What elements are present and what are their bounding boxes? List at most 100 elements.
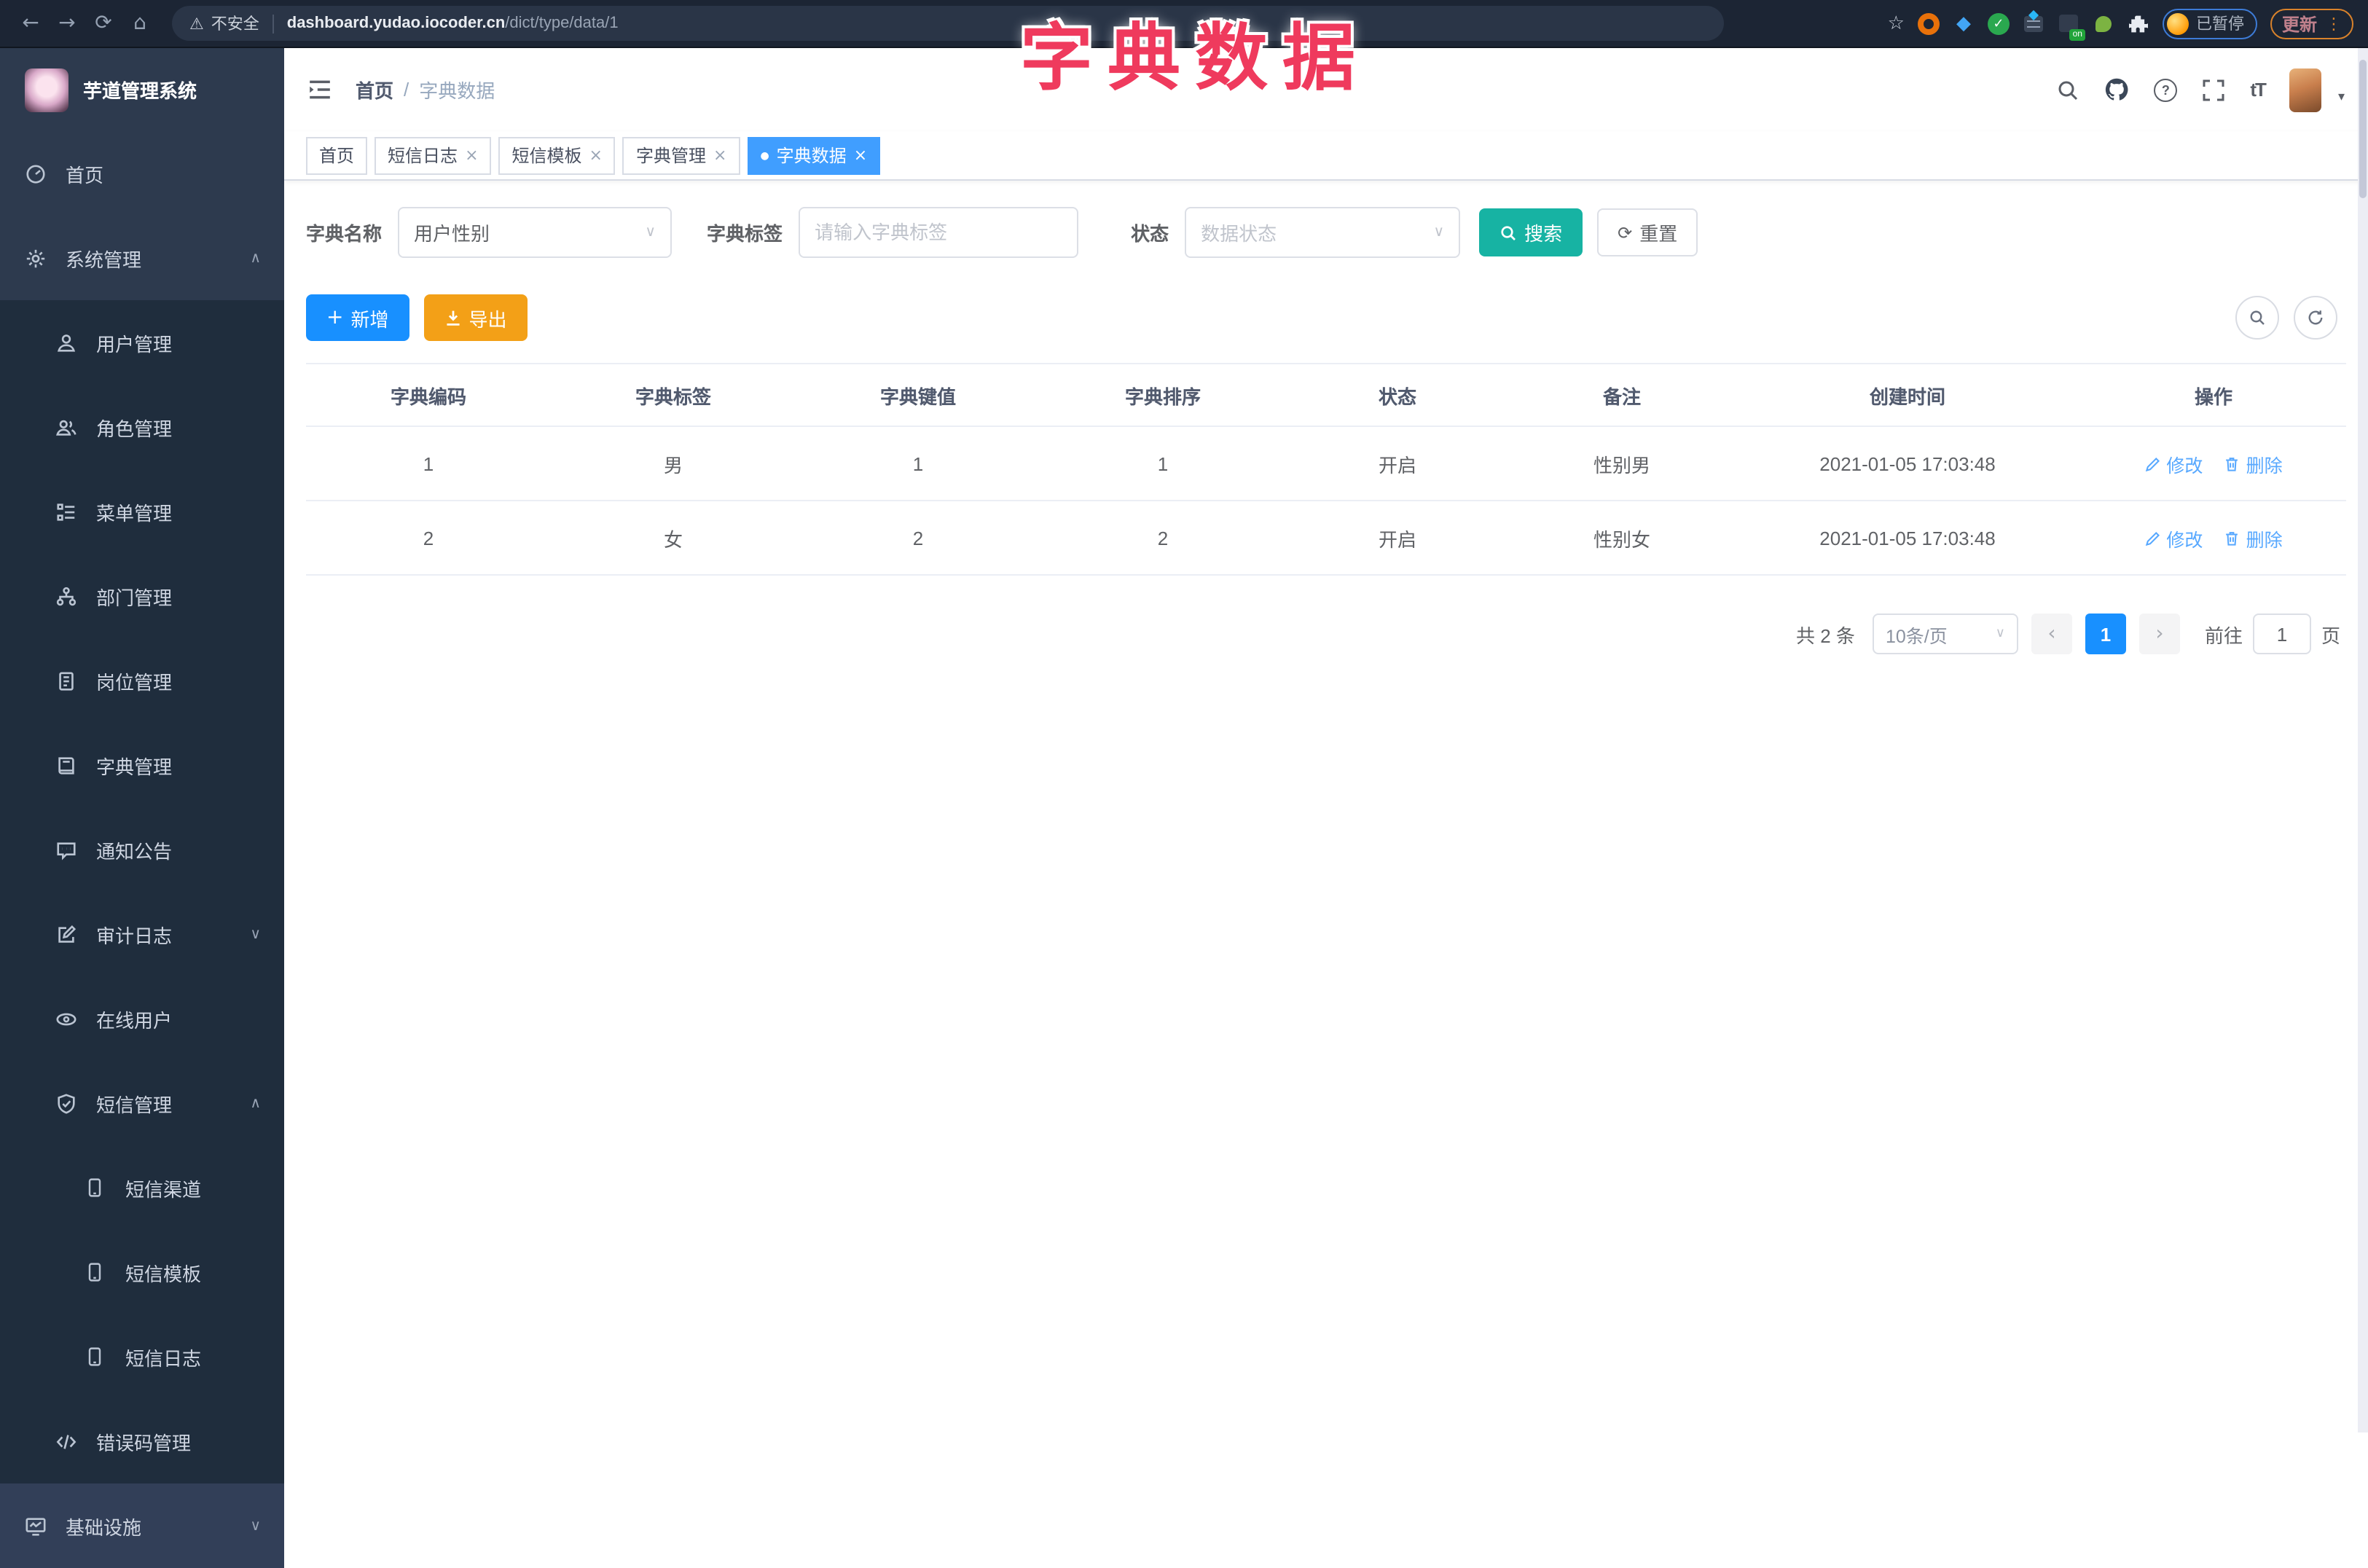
breadcrumb-current: 字典数据 <box>419 80 495 102</box>
browser-forward-icon[interactable]: → <box>51 7 83 39</box>
sidebar-item-role-mgmt[interactable]: 角色管理 <box>0 385 284 469</box>
edit-row-button[interactable]: 修改 <box>2144 450 2203 477</box>
sidebar-item-dept-mgmt[interactable]: 部门管理 <box>0 554 284 638</box>
extension-check-icon[interactable]: ✓ <box>1987 12 2010 34</box>
sidebar-item-user-mgmt[interactable]: 用户管理 <box>0 300 284 385</box>
extension-donut-icon[interactable] <box>1917 12 1940 34</box>
address-bar[interactable]: ⚠ 不安全 dashboard.yudao.iocoder.cn/dict/ty… <box>172 6 1724 41</box>
search-icon[interactable] <box>2056 78 2079 101</box>
breadcrumb-home[interactable]: 首页 <box>356 76 393 103</box>
phone-icon <box>83 1176 106 1199</box>
not-secure-label: 不安全 <box>211 16 259 34</box>
current-page[interactable]: 1 <box>2085 614 2126 654</box>
sidebar-item-sms-channel[interactable]: 短信渠道 <box>0 1145 284 1230</box>
page-size-select[interactable]: 10条/页 ∨ <box>1872 614 2018 654</box>
browser-menu-dots-icon[interactable]: ⋮ <box>2326 14 2342 33</box>
extension-leaf-icon[interactable] <box>2093 12 2114 34</box>
delete-row-button[interactable]: 删除 <box>2224 450 2283 477</box>
code-icon <box>54 1430 77 1453</box>
shield-check-icon <box>54 1091 77 1115</box>
dict-name-select[interactable]: 用户性别 ∨ <box>398 207 673 258</box>
sidebar-item-label: 角色管理 <box>96 418 173 439</box>
prev-page-button[interactable]: ‹ <box>2031 614 2072 654</box>
profile-paused-badge[interactable]: 已暂停 <box>2162 8 2257 39</box>
pencil-icon <box>2145 531 2160 546</box>
extension-on-badge-icon[interactable]: on <box>2058 12 2085 40</box>
sidebar-item-label: 基础设施 <box>66 1516 142 1538</box>
close-icon[interactable]: × <box>465 146 478 165</box>
page-scrollbar[interactable] <box>2358 48 2368 1432</box>
table-row: 2 女 2 2 开启 性别女 2021-01-05 17:03:48 修改 删除 <box>306 501 2346 576</box>
sidebar-item-system[interactable]: 系统管理 ∧ <box>0 216 284 300</box>
extension-slider-icon[interactable] <box>2023 9 2044 34</box>
breadcrumb: 首页 / 字典数据 <box>356 76 495 103</box>
status-select[interactable]: 数据状态 ∨ <box>1185 207 1461 258</box>
update-label: 更新 <box>2281 14 2317 34</box>
help-icon[interactable]: ? <box>2154 78 2178 101</box>
sidebar-item-home[interactable]: 首页 <box>0 131 284 216</box>
avatar[interactable] <box>2289 68 2322 111</box>
tab-dict-mgmt[interactable]: 字典管理 × <box>622 136 740 174</box>
reset-button[interactable]: ⟳ 重置 <box>1597 208 1698 256</box>
next-page-button[interactable]: › <box>2138 614 2180 654</box>
browser-update-button[interactable]: 更新 ⋮ <box>2270 8 2353 39</box>
sidebar-item-label: 部门管理 <box>96 587 173 608</box>
search-button[interactable]: 搜索 <box>1479 208 1583 256</box>
pagination: 共 2 条 10条/页 ∨ ‹ 1 › 前往 页 <box>306 614 2340 654</box>
caret-down-icon[interactable]: ▾ <box>2338 90 2345 104</box>
toggle-search-button[interactable] <box>2235 296 2279 340</box>
sidebar-item-online-users[interactable]: 在线用户 <box>0 976 284 1061</box>
tab-home[interactable]: 首页 <box>306 136 368 174</box>
sidebar-item-post-mgmt[interactable]: 岗位管理 <box>0 638 284 723</box>
page-content: 字典名称 用户性别 ∨ 字典标签 状态 数据状态 ∨ <box>284 181 2368 1432</box>
chevron-down-icon: ∨ <box>645 224 656 240</box>
github-icon[interactable] <box>2104 77 2129 102</box>
sidebar-item-label: 短信管理 <box>96 1094 173 1116</box>
dict-tag-input[interactable] <box>799 207 1079 258</box>
screenshot-root: ← → ⟳ ⌂ ⚠ 不安全 dashboard.yudao.iocoder.cn… <box>0 0 2368 1568</box>
tab-sms-log[interactable]: 短信日志 × <box>375 136 492 174</box>
app-logo-row[interactable]: 芋道管理系统 <box>0 48 284 131</box>
extension-gem-icon[interactable]: ◆ <box>1953 12 1975 34</box>
browser-back-icon[interactable]: ← <box>15 7 47 39</box>
chevron-down-icon: ∨ <box>250 1518 261 1534</box>
collapse-sidebar-icon[interactable] <box>307 77 332 102</box>
browser-home-icon[interactable]: ⌂ <box>124 7 156 39</box>
sidebar-item-sms-template[interactable]: 短信模板 <box>0 1230 284 1314</box>
phone-icon <box>83 1261 106 1284</box>
sidebar-item-errcode-mgmt[interactable]: 错误码管理 <box>0 1399 284 1483</box>
app-title: 芋道管理系统 <box>83 80 197 102</box>
close-icon[interactable]: × <box>854 146 867 165</box>
export-button[interactable]: 导出 <box>423 294 528 341</box>
browser-reload-icon[interactable]: ⟳ <box>87 7 119 39</box>
sidebar: 芋道管理系统 首页 系统管理 ∧ 用户管理 角色管理 菜单管理 部门管理 岗位管… <box>0 48 284 1568</box>
sidebar-item-audit-log[interactable]: 审计日志 ∨ <box>0 892 284 976</box>
tab-dict-data[interactable]: ● 字典数据 × <box>747 136 881 174</box>
sidebar-item-infrastructure[interactable]: 基础设施 ∨ <box>0 1483 284 1568</box>
sidebar-item-sms-log[interactable]: 短信日志 <box>0 1314 284 1399</box>
edit-row-button[interactable]: 修改 <box>2144 524 2203 552</box>
refresh-icon <box>2308 310 2323 325</box>
refresh-table-button[interactable] <box>2294 296 2337 340</box>
sidebar-item-dict-mgmt[interactable]: 字典管理 <box>0 723 284 807</box>
close-icon[interactable]: × <box>713 146 726 165</box>
search-icon <box>1501 225 1516 240</box>
scrollbar-thumb[interactable] <box>2359 60 2367 198</box>
sidebar-item-menu-mgmt[interactable]: 菜单管理 <box>0 469 284 554</box>
font-size-icon[interactable]: tT <box>2250 79 2267 101</box>
tab-sms-template[interactable]: 短信模板 × <box>498 136 616 174</box>
sidebar-item-sms-mgmt[interactable]: 短信管理 ∧ <box>0 1061 284 1145</box>
add-button[interactable]: + 新增 <box>306 294 409 341</box>
user-icon <box>54 331 77 354</box>
search-icon <box>2250 310 2265 325</box>
extensions-puzzle-icon[interactable] <box>2128 12 2149 34</box>
close-icon[interactable]: × <box>589 146 603 165</box>
bookmark-star-icon[interactable]: ☆ <box>1888 12 1905 34</box>
table-row: 1 男 1 1 开启 性别男 2021-01-05 17:03:48 修改 删除 <box>306 426 2346 501</box>
plus-icon: + <box>326 306 344 329</box>
delete-row-button[interactable]: 删除 <box>2224 524 2283 552</box>
fullscreen-icon[interactable] <box>2202 78 2225 101</box>
users-icon <box>54 415 77 439</box>
sidebar-item-notice[interactable]: 通知公告 <box>0 807 284 892</box>
goto-page-input[interactable] <box>2252 614 2311 654</box>
